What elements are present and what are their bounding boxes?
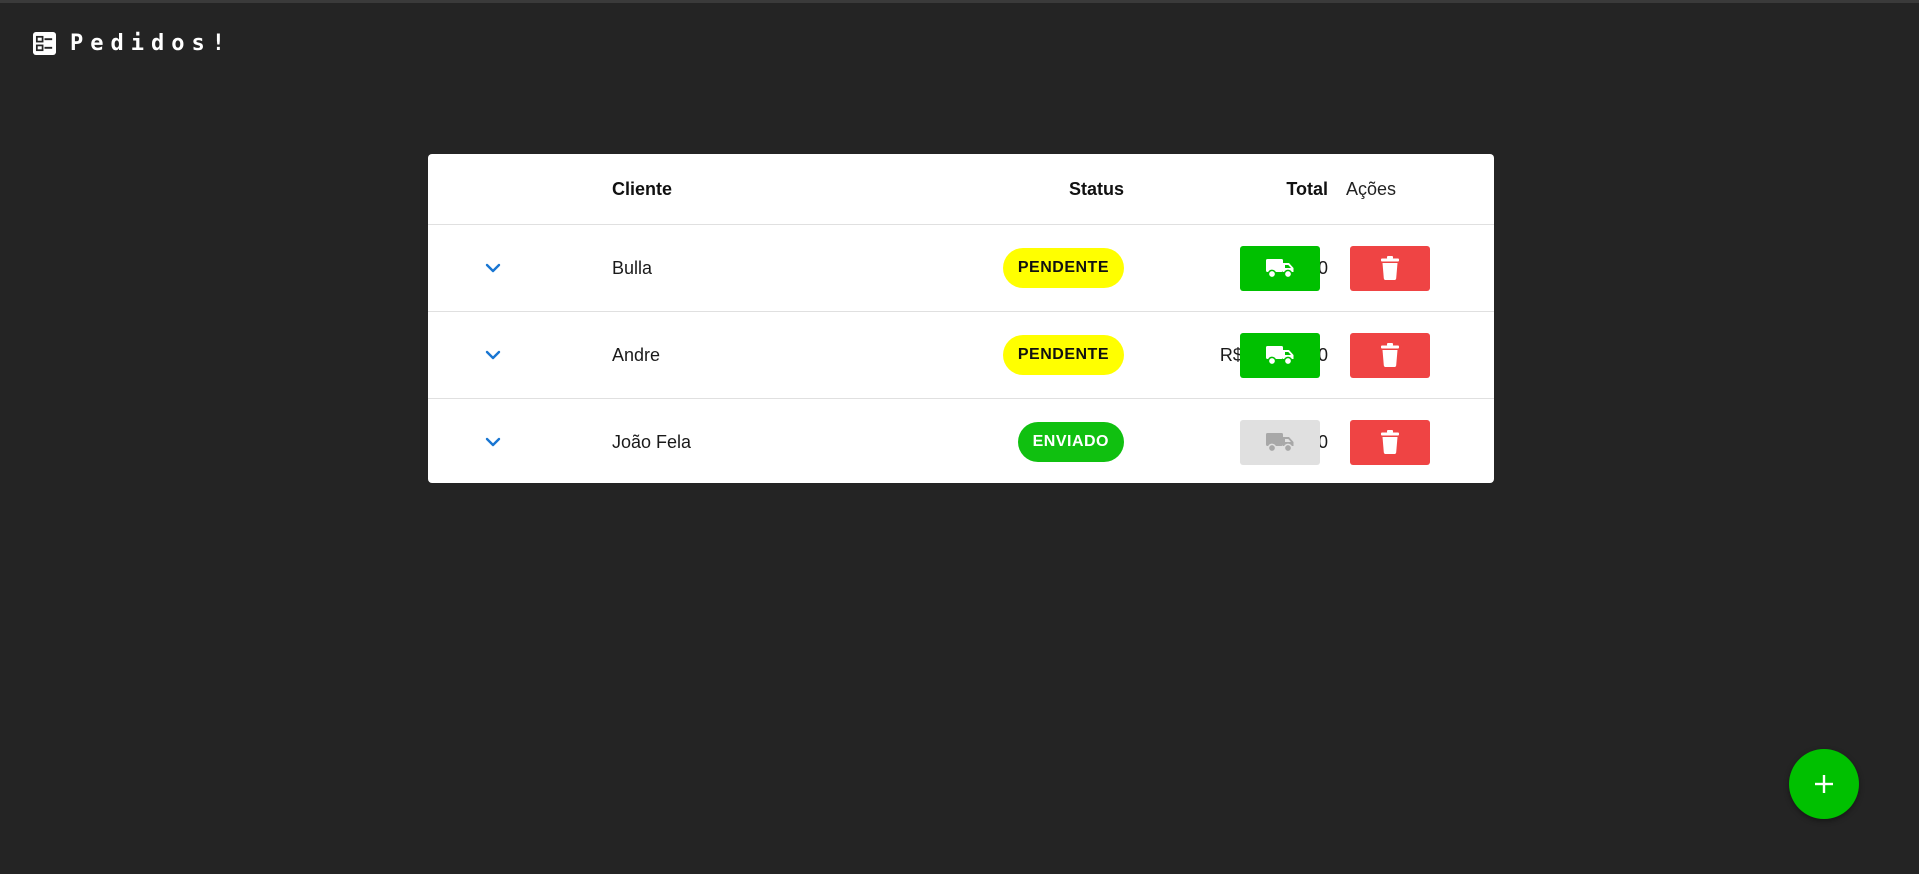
truck-icon [1266,346,1294,366]
ship-cell [1240,225,1320,311]
chevron-down-icon[interactable] [485,436,501,448]
expand-row-button[interactable] [473,312,513,398]
delete-cell [1350,399,1430,483]
truck-icon [1266,259,1294,279]
delete-order-button[interactable] [1350,245,1430,291]
ship-order-button-disabled[interactable] [1240,419,1320,465]
orders-table: Cliente Status Total Ações Bulla PENDENT… [428,154,1494,483]
cliente-name: Andre [612,344,661,365]
status-badge: PENDENTE [1002,335,1124,375]
top-border [0,0,1919,3]
table-row: Andre PENDENTE R$ 31.587,00 [428,312,1494,399]
ship-cell [1240,312,1320,398]
header-cliente: Cliente [612,178,673,199]
table-header: Cliente Status Total Ações [428,154,1494,225]
status-cell: ENVIADO [868,399,1124,483]
status-badge: PENDENTE [1002,248,1124,288]
chevron-down-icon[interactable] [485,262,501,274]
delete-cell [1350,312,1430,398]
table-row: Bulla PENDENTE R$ 520,00 [428,225,1494,312]
trash-icon [1381,430,1399,454]
delete-order-button[interactable] [1350,332,1430,378]
header-acoes: Ações [1345,178,1397,199]
truck-icon [1266,433,1294,453]
list-check-icon [33,32,56,55]
app-header: Pedidos! [33,31,232,56]
ship-order-button[interactable] [1240,332,1320,378]
status-badge: ENVIADO [1017,422,1124,462]
expand-row-button[interactable] [473,399,513,483]
ship-order-button[interactable] [1240,245,1320,291]
table-row: João Fela ENVIADO R$ 50,00 [428,399,1494,483]
delete-cell [1350,225,1430,311]
app-title: Pedidos! [70,31,232,56]
delete-order-button[interactable] [1350,419,1430,465]
header-status: Status [1068,178,1124,199]
ship-cell [1240,399,1320,483]
cliente-name: Bulla [612,257,653,278]
cliente-name: João Fela [612,431,692,452]
trash-icon [1381,256,1399,280]
add-order-button[interactable] [1789,749,1859,819]
status-cell: PENDENTE [868,225,1124,311]
expand-row-button[interactable] [473,225,513,311]
plus-icon [1815,775,1833,793]
trash-icon [1381,343,1399,367]
chevron-down-icon[interactable] [485,349,501,361]
status-cell: PENDENTE [868,312,1124,398]
